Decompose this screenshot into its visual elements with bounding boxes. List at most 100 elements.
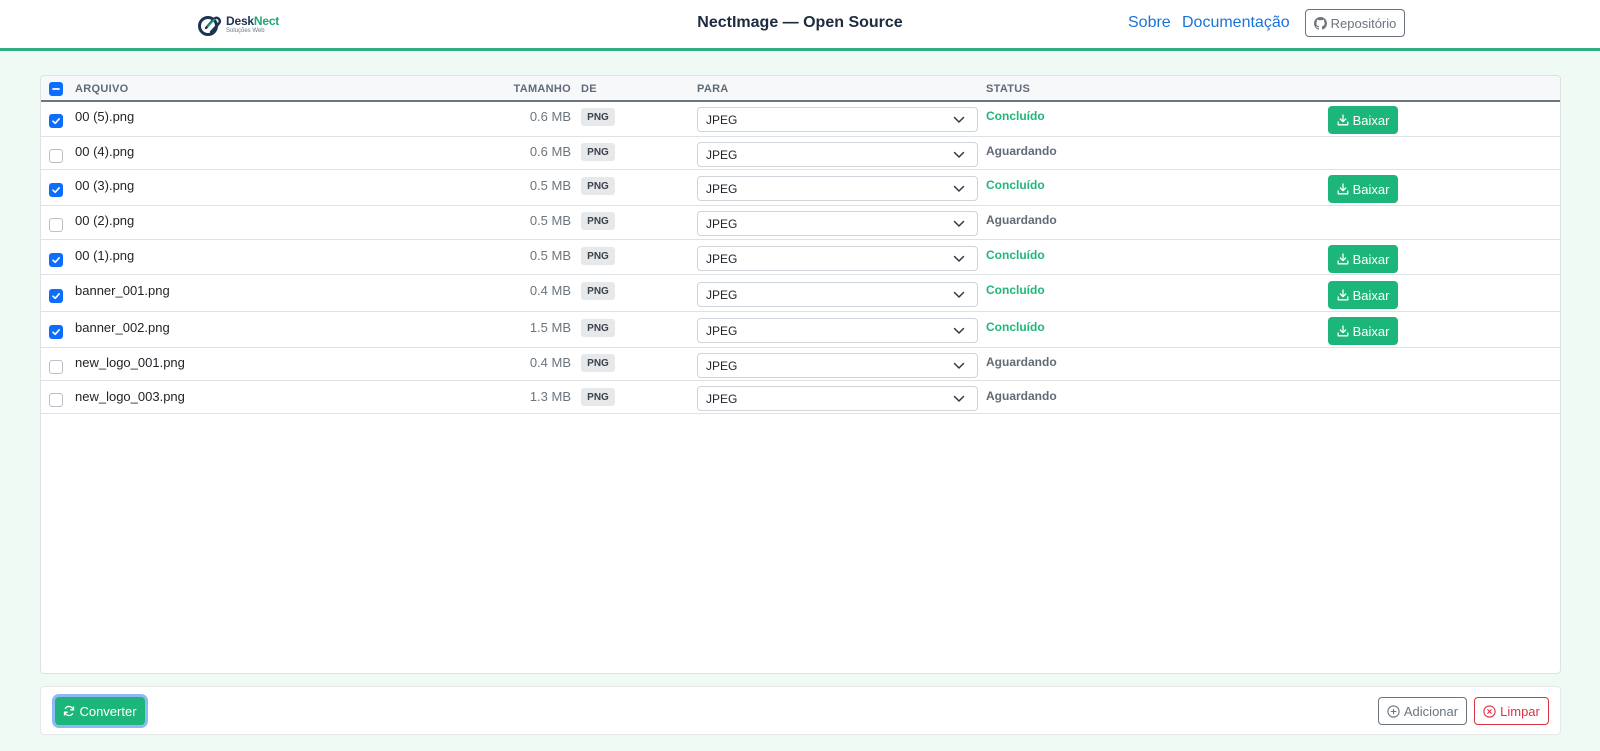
target-format-select[interactable]: JPEG	[697, 107, 978, 132]
file-name: banner_001.png	[75, 283, 170, 298]
download-button[interactable]: Baixar	[1328, 175, 1398, 203]
row-checkbox[interactable]	[49, 114, 63, 128]
chevron-down-icon	[953, 116, 965, 123]
table-row[interactable]: new_logo_001.png 0.4 MB PNG JPEG Aguardando	[41, 348, 1560, 381]
logo-text: DeskNect Soluções Web	[226, 15, 279, 34]
target-format-value: JPEG	[706, 287, 738, 302]
row-checkbox[interactable]	[49, 218, 63, 232]
nav-link-sobre[interactable]: Sobre	[1128, 14, 1171, 32]
target-format-select[interactable]: JPEG	[697, 282, 978, 307]
target-format-select[interactable]: JPEG	[697, 386, 978, 411]
table-row[interactable]: 00 (1).png 0.5 MB PNG JPEG Concluído Baixar	[41, 240, 1560, 275]
file-name: 00 (1).png	[75, 248, 135, 263]
target-format-value: JPEG	[706, 391, 738, 406]
table-row[interactable]: banner_002.png 1.5 MB PNG JPEG Concluído Baix…	[41, 312, 1560, 348]
target-format-select[interactable]: JPEG	[697, 142, 978, 167]
status-text: Aguardando	[986, 355, 1057, 369]
column-header-size[interactable]: TAMANHO	[514, 83, 572, 95]
file-size: 0.4 MB	[529, 283, 571, 298]
status-text: Aguardando	[986, 144, 1057, 158]
target-format-value: JPEG	[706, 181, 738, 196]
x-circle-icon	[1483, 704, 1496, 718]
table-row[interactable]: new_logo_003.png 1.3 MB PNG JPEG Aguardando	[41, 381, 1560, 414]
row-checkbox[interactable]	[49, 325, 63, 339]
column-header-file[interactable]: ARQUIVO	[75, 83, 128, 95]
row-checkbox[interactable]	[49, 149, 63, 163]
minus-icon	[52, 88, 60, 90]
download-button[interactable]: Baixar	[1328, 281, 1398, 309]
target-format-select[interactable]: JPEG	[697, 318, 978, 343]
row-checkbox[interactable]	[49, 183, 63, 197]
file-name: banner_002.png	[75, 320, 170, 335]
chevron-down-icon	[953, 327, 965, 334]
table-row[interactable]: 00 (5).png 0.6 MB PNG JPEG Concluído Baixar	[41, 101, 1560, 137]
file-size: 0.5 MB	[529, 248, 571, 263]
clear-button[interactable]: Limpar	[1474, 697, 1549, 725]
status-text: Aguardando	[986, 389, 1057, 403]
table-row[interactable]: 00 (3).png 0.5 MB PNG JPEG Concluído Baixar	[41, 170, 1560, 206]
file-name: 00 (5).png	[75, 109, 135, 124]
column-header-status[interactable]: STATUS	[986, 83, 1030, 95]
target-format-value: JPEG	[706, 323, 738, 338]
table-header: ARQUIVO TAMANHO DE PARA STATUS	[41, 76, 1560, 102]
file-name: new_logo_001.png	[75, 355, 185, 370]
repository-button[interactable]: Repositório	[1305, 9, 1405, 37]
download-button[interactable]: Baixar	[1328, 106, 1398, 134]
table-row[interactable]: 00 (4).png 0.6 MB PNG JPEG Aguardando	[41, 137, 1560, 170]
add-files-button[interactable]: Adicionar	[1378, 697, 1467, 725]
target-format-select[interactable]: JPEG	[697, 353, 978, 378]
source-format-badge: PNG	[581, 143, 615, 161]
chevron-down-icon	[953, 255, 965, 262]
target-format-select[interactable]: JPEG	[697, 246, 978, 271]
download-label: Baixar	[1352, 181, 1390, 197]
target-format-value: JPEG	[706, 147, 738, 162]
chevron-down-icon	[953, 291, 965, 298]
status-text: Concluído	[986, 248, 1045, 262]
source-format-badge: PNG	[581, 177, 615, 195]
column-header-from[interactable]: DE	[581, 83, 597, 95]
table-row[interactable]: 00 (2).png 0.5 MB PNG JPEG Aguardando	[41, 206, 1560, 240]
file-size: 0.6 MB	[529, 144, 571, 159]
target-format-value: JPEG	[706, 216, 738, 231]
row-checkbox[interactable]	[49, 360, 63, 374]
plus-circle-icon	[1387, 704, 1400, 718]
add-label: Adicionar	[1403, 703, 1459, 719]
check-icon	[52, 257, 60, 264]
file-table-card: ARQUIVO TAMANHO DE PARA STATUS 00 (5).pn…	[40, 75, 1561, 674]
clear-label: Limpar	[1500, 703, 1540, 719]
file-size: 0.5 MB	[529, 178, 571, 193]
download-icon	[1337, 183, 1349, 195]
row-checkbox[interactable]	[49, 289, 63, 303]
download-button[interactable]: Baixar	[1328, 245, 1398, 273]
status-text: Concluído	[986, 178, 1045, 192]
download-label: Baixar	[1352, 251, 1390, 267]
select-all-checkbox[interactable]	[49, 82, 63, 96]
source-format-badge: PNG	[581, 388, 615, 406]
download-label: Baixar	[1352, 323, 1390, 339]
row-checkbox[interactable]	[49, 393, 63, 407]
chevron-down-icon	[953, 362, 965, 369]
nav-link-documentacao[interactable]: Documentação	[1182, 14, 1290, 32]
target-format-select[interactable]: JPEG	[697, 176, 978, 201]
chevron-down-icon	[953, 395, 965, 402]
file-size: 0.6 MB	[529, 109, 571, 124]
download-icon	[1337, 253, 1349, 265]
file-name: 00 (4).png	[75, 144, 135, 159]
source-format-badge: PNG	[581, 354, 615, 372]
table-row[interactable]: banner_001.png 0.4 MB PNG JPEG Concluído Baix…	[41, 275, 1560, 312]
target-format-select[interactable]: JPEG	[697, 211, 978, 236]
column-header-to[interactable]: PARA	[697, 83, 729, 95]
logo-subtitle: Soluções Web	[226, 27, 265, 34]
download-label: Baixar	[1352, 112, 1390, 128]
download-icon	[1337, 325, 1349, 337]
file-size: 1.3 MB	[529, 389, 571, 404]
row-checkbox[interactable]	[49, 253, 63, 267]
status-text: Concluído	[986, 109, 1045, 123]
convert-button[interactable]: Converter	[55, 697, 145, 725]
source-format-badge: PNG	[581, 108, 615, 126]
chevron-down-icon	[953, 220, 965, 227]
desknect-logo[interactable]: DeskNect Soluções Web	[197, 10, 279, 38]
check-icon	[52, 187, 60, 194]
status-text: Concluído	[986, 320, 1045, 334]
download-button[interactable]: Baixar	[1328, 317, 1398, 345]
